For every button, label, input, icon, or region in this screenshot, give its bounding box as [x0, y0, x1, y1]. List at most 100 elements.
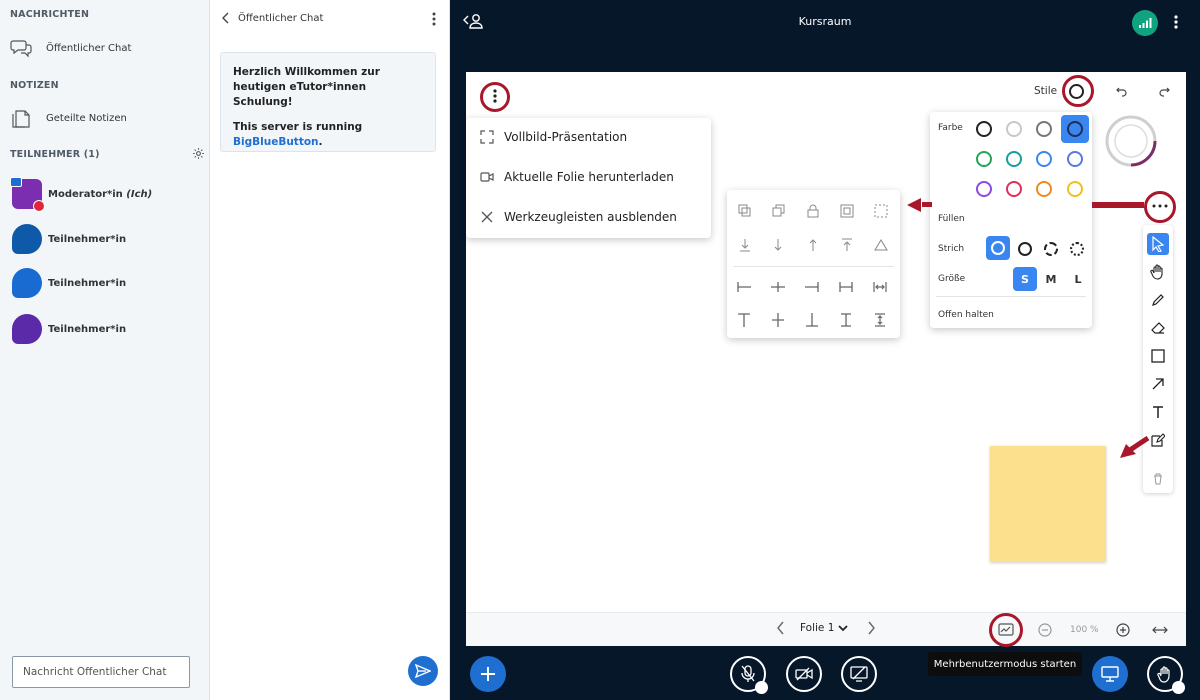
user-item[interactable]: Teilnehmer*in [12, 266, 126, 300]
bigbluebutton-link[interactable]: BigBlueButton [233, 136, 319, 148]
size-medium-button[interactable]: M [1040, 268, 1062, 290]
color-swatch[interactable] [976, 181, 992, 197]
connection-status-icon[interactable] [1132, 10, 1158, 36]
copy-icon[interactable] [771, 204, 785, 218]
trash-icon[interactable] [1147, 468, 1169, 490]
size-small-button[interactable]: S [1014, 268, 1036, 290]
presentation-button[interactable] [1092, 656, 1128, 692]
distribute-vertical-icon[interactable] [872, 312, 888, 328]
user-item[interactable]: Teilnehmer*in [12, 222, 126, 256]
slide-logo-icon [1105, 115, 1157, 167]
select-tool-icon[interactable] [1147, 233, 1169, 255]
chat-message-input[interactable] [12, 656, 190, 688]
camera-button[interactable] [786, 656, 822, 692]
screenshare-button[interactable] [841, 656, 877, 692]
color-swatch[interactable] [1006, 151, 1022, 167]
color-swatch[interactable] [1006, 121, 1022, 137]
user-item-moderator[interactable]: Moderator*in (Ich) [10, 177, 152, 212]
reactions-badge[interactable] [1172, 681, 1185, 694]
redo-icon[interactable] [1158, 85, 1170, 97]
color-swatch[interactable] [1067, 151, 1083, 167]
size-large-button[interactable]: L [1067, 268, 1089, 290]
align-top-icon[interactable] [736, 312, 752, 328]
sticky-note-icon[interactable] [1147, 429, 1169, 451]
stretch-horizontal-icon[interactable] [838, 280, 854, 294]
color-swatch[interactable] [1067, 181, 1083, 197]
avatar [12, 268, 42, 298]
mute-button[interactable] [730, 656, 768, 694]
arrow-down-left-icon [1120, 436, 1150, 458]
distribute-horizontal-icon[interactable] [872, 280, 888, 294]
slide-selector[interactable]: Folie 1 [800, 622, 834, 634]
sidebar-item-public-chat[interactable]: Öffentlicher Chat [10, 33, 131, 63]
move-to-back-icon[interactable] [738, 238, 752, 252]
raise-hand-button[interactable] [1147, 656, 1185, 694]
mic-settings-badge[interactable] [755, 681, 768, 694]
align-center-horizontal-icon[interactable] [770, 280, 786, 294]
whiteboard-options-icon[interactable] [493, 89, 497, 103]
color-swatch[interactable] [1036, 121, 1052, 137]
eraser-icon[interactable] [1147, 317, 1169, 339]
chevron-left-icon[interactable] [222, 12, 230, 24]
gear-icon[interactable] [192, 147, 205, 160]
styles-label[interactable]: Stile [1034, 85, 1057, 97]
next-slide-icon[interactable] [866, 621, 876, 635]
menu-item-fullscreen[interactable]: Vollbild-Präsentation [480, 126, 627, 148]
more-vertical-icon[interactable] [432, 12, 436, 26]
user-list-panel: NACHRICHTEN Öffentlicher Chat NOTIZEN Ge… [0, 0, 210, 700]
flip-icon[interactable] [874, 238, 888, 252]
slide-navigation: Folie 1 [776, 621, 876, 635]
chevron-down-icon[interactable] [838, 624, 849, 632]
rectangle-icon[interactable] [1147, 345, 1169, 367]
chat-header: Öffentlicher Chat [210, 0, 450, 36]
stroke-dotted-icon[interactable] [1070, 242, 1084, 256]
stroke-solid-icon[interactable] [991, 241, 1005, 255]
color-swatch[interactable] [1036, 181, 1052, 197]
move-backward-icon[interactable] [771, 238, 785, 252]
align-center-vertical-icon[interactable] [770, 312, 786, 328]
group-icon[interactable] [840, 204, 854, 218]
sticky-note[interactable] [990, 446, 1106, 562]
undo-icon[interactable] [1116, 85, 1128, 97]
color-swatch[interactable] [1067, 121, 1083, 137]
user-item[interactable]: Teilnehmer*in [12, 312, 126, 346]
sidebar-item-shared-notes[interactable]: Geteilte Notizen [10, 103, 127, 133]
text-tool-icon[interactable] [1147, 401, 1169, 423]
stroke-dashed-icon[interactable] [1044, 242, 1058, 256]
top-bar: Kursraum [450, 0, 1200, 44]
hand-icon [1157, 666, 1170, 683]
menu-item-hide-toolbars[interactable]: Werkzeugleisten ausblenden [480, 206, 677, 228]
color-swatch[interactable] [976, 121, 992, 137]
pan-hand-icon[interactable] [1147, 261, 1169, 283]
messages-heading: NACHRICHTEN [10, 9, 90, 20]
zoom-in-icon[interactable] [1116, 623, 1130, 637]
zoom-out-icon[interactable] [1038, 623, 1052, 637]
move-forward-icon[interactable] [806, 238, 820, 252]
previous-slide-icon[interactable] [776, 621, 786, 635]
pencil-icon[interactable] [1147, 289, 1169, 311]
move-to-front-icon[interactable] [840, 238, 854, 252]
send-button[interactable] [408, 656, 438, 686]
callout-arrow [1092, 202, 1144, 208]
menu-item-download-slide[interactable]: Aktuelle Folie herunterladen [480, 166, 674, 188]
lock-icon[interactable] [806, 204, 820, 218]
stroke-thick-icon[interactable] [1018, 242, 1032, 256]
stretch-vertical-icon[interactable] [838, 312, 854, 328]
color-swatch[interactable] [976, 151, 992, 167]
align-right-icon[interactable] [804, 280, 820, 294]
color-swatch[interactable] [1006, 181, 1022, 197]
fullscreen-icon [480, 130, 494, 144]
muted-mic-icon [33, 200, 45, 212]
duplicate-icon[interactable] [738, 204, 752, 218]
actions-button[interactable] [470, 656, 506, 692]
more-horizontal-icon[interactable] [1152, 204, 1168, 208]
color-swatch[interactable] [1036, 151, 1052, 167]
fit-width-icon[interactable] [1152, 625, 1168, 635]
ungroup-icon[interactable] [874, 204, 888, 218]
keep-open-toggle[interactable]: Offen halten [938, 310, 994, 320]
options-vertical-icon[interactable] [1174, 15, 1178, 29]
arrow-tool-icon[interactable] [1147, 373, 1169, 395]
fill-label[interactable]: Füllen [938, 214, 965, 224]
align-left-icon[interactable] [736, 280, 752, 294]
align-bottom-icon[interactable] [804, 312, 820, 328]
